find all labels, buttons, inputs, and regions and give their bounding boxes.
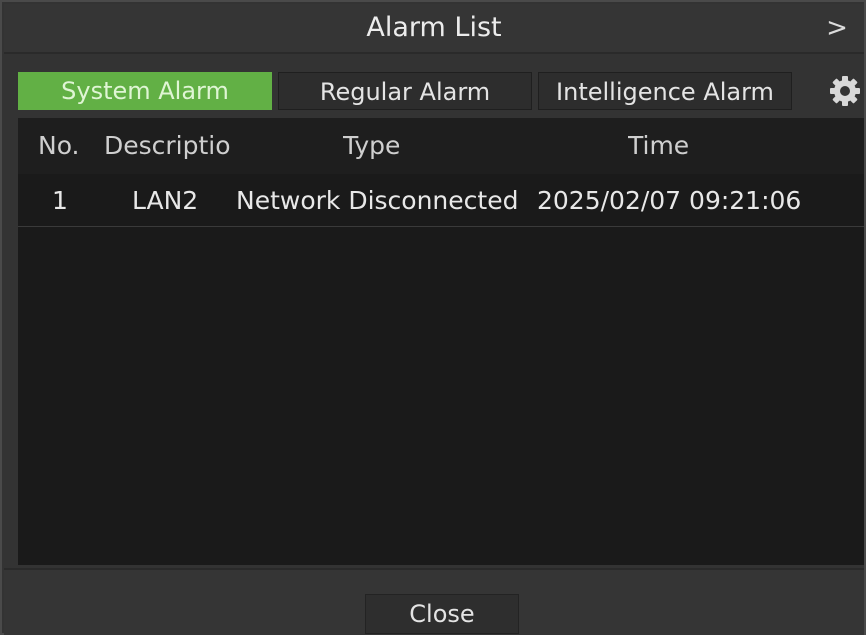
column-header-description: Descriptio [104, 131, 230, 160]
title-bar: Alarm List > [4, 4, 864, 54]
chevron-right-icon[interactable]: > [824, 4, 850, 52]
cell-type: Network Disconnected [236, 186, 519, 215]
column-header-type: Type [343, 131, 401, 160]
table-row[interactable]: 1 LAN2 Network Disconnected 2025/02/07 0… [18, 176, 864, 227]
alarm-table: No. Descriptio Type Time 1 LAN2 Network … [18, 118, 864, 565]
column-header-no: No. [38, 131, 80, 160]
cell-description: LAN2 [132, 186, 199, 215]
column-header-time: Time [628, 131, 690, 160]
alarm-list-window: Alarm List > System Alarm Regular Alarm … [0, 0, 866, 635]
cell-no: 1 [52, 186, 68, 215]
cell-time: 2025/02/07 09:21:06 [537, 186, 802, 215]
gear-icon[interactable] [828, 74, 862, 108]
window-title: Alarm List [366, 12, 502, 43]
footer-bar: Close [4, 568, 864, 635]
tab-system-alarm[interactable]: System Alarm [18, 72, 272, 110]
tab-intelligence-alarm[interactable]: Intelligence Alarm [538, 72, 792, 110]
close-button[interactable]: Close [365, 594, 519, 634]
table-header: No. Descriptio Type Time [18, 118, 864, 174]
tab-regular-alarm[interactable]: Regular Alarm [278, 72, 532, 110]
